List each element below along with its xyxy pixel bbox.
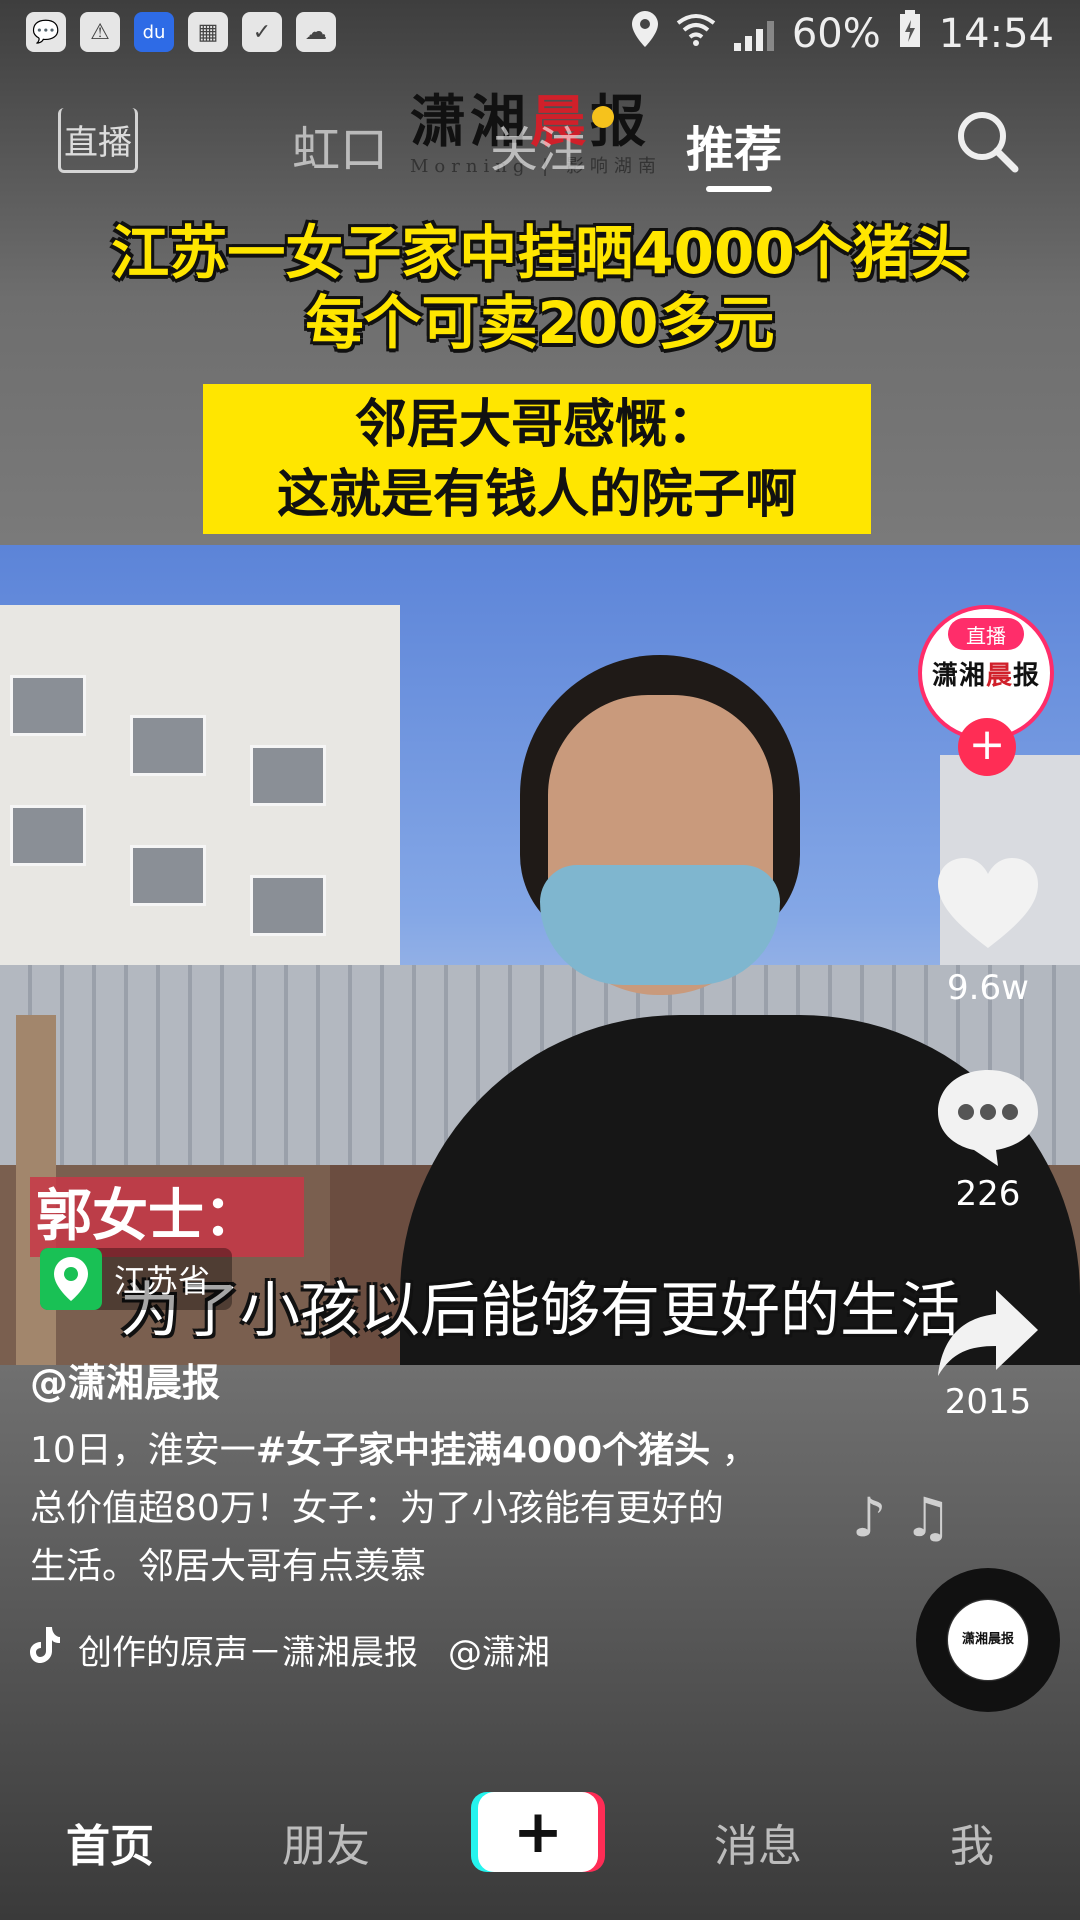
cloud-icon: ☁ bbox=[296, 12, 336, 52]
avatar-text-part: 潇湘 bbox=[931, 660, 986, 691]
share-count: 2015 bbox=[944, 1382, 1032, 1422]
window bbox=[250, 745, 326, 806]
share-icon[interactable] bbox=[934, 1280, 1042, 1388]
speaker-name-tag: 郭女士： bbox=[30, 1177, 304, 1257]
like-heart-icon[interactable] bbox=[934, 852, 1042, 960]
live-entry-button[interactable]: 直播 bbox=[58, 108, 138, 173]
avatar-text-part: 报 bbox=[1013, 660, 1041, 691]
like-count: 9.6w bbox=[947, 968, 1029, 1008]
tab-local[interactable]: 虹口 bbox=[292, 110, 388, 180]
wechat-icon: 💬 bbox=[26, 12, 66, 52]
background-building-left bbox=[0, 605, 400, 1025]
avatar-logo-text: 潇湘晨报 bbox=[932, 655, 1040, 692]
description-line-3: 生活。邻居大哥有点羡慕 bbox=[30, 1546, 427, 1587]
battery-icon bbox=[899, 10, 921, 58]
music-row[interactable]: 创作的原声－潇湘晨报 @潇湘 bbox=[30, 1625, 550, 1674]
bottom-nav: 首页 朋友 + 消息 我 bbox=[0, 1770, 1080, 1900]
warning-icon: ⚠ bbox=[80, 12, 120, 52]
notification-icons: 💬 ⚠ du ▦ ✓ ☁ bbox=[26, 12, 336, 52]
tab-recommended[interactable]: 推荐 bbox=[686, 110, 782, 180]
nav-friends[interactable]: 朋友 bbox=[282, 1810, 370, 1874]
description-line-2: 总价值超80万！女子：为了小孩能有更好的 bbox=[30, 1488, 724, 1529]
location-label: 江苏省 bbox=[114, 1262, 211, 1300]
window bbox=[130, 715, 206, 776]
baidu-icon: du bbox=[134, 12, 174, 52]
tab-following[interactable]: 关注 bbox=[490, 110, 586, 180]
neighbor-quote-box: 邻居大哥感慨： 这就是有钱人的院子啊 bbox=[203, 384, 871, 534]
calendar-icon: ▦ bbox=[188, 12, 228, 52]
window bbox=[10, 675, 86, 736]
headline-line-1: 江苏一女子家中挂晒4000个猪头 bbox=[111, 219, 969, 287]
music-disc[interactable]: 潇湘晨报 bbox=[916, 1568, 1060, 1712]
music-title: 创作的原声－潇湘晨报 bbox=[78, 1633, 418, 1673]
video-description: 10日，淮安一#女子家中挂满4000个猪头 ， 总价值超80万！女子：为了小孩能… bbox=[30, 1422, 790, 1596]
description-text: 10日，淮安一 bbox=[30, 1430, 256, 1471]
neighbor-line-1: 邻居大哥感慨： bbox=[354, 395, 719, 455]
top-nav: 直播 虹口 关注 推荐 bbox=[0, 90, 1080, 200]
nav-home[interactable]: 首页 bbox=[66, 1810, 154, 1874]
disc-label: 潇湘晨报 bbox=[948, 1600, 1028, 1680]
wifi-icon bbox=[676, 11, 716, 57]
headline-line-2: 每个可卖200多元 bbox=[305, 289, 775, 357]
video-headline: 江苏一女子家中挂晒4000个猪头 每个可卖200多元 bbox=[0, 218, 1080, 358]
nav-me[interactable]: 我 bbox=[950, 1810, 994, 1874]
system-indicators: 60% 14:54 bbox=[631, 10, 1054, 58]
description-hashtag[interactable]: #女子家中挂满4000个猪头 bbox=[256, 1430, 710, 1471]
face-mask bbox=[540, 865, 780, 985]
author-handle[interactable]: @潇湘晨报 bbox=[30, 1352, 220, 1407]
battery-percent: 60% bbox=[791, 11, 881, 57]
tiktok-note-icon bbox=[30, 1627, 60, 1672]
music-mention: @潇湘 bbox=[448, 1633, 550, 1673]
following-new-dot bbox=[592, 106, 614, 128]
window bbox=[250, 875, 326, 936]
status-bar: 💬 ⚠ du ▦ ✓ ☁ 60% 14:54 bbox=[0, 0, 1080, 70]
create-plus-button[interactable]: + bbox=[478, 1792, 598, 1872]
comment-icon[interactable] bbox=[934, 1062, 1042, 1170]
window bbox=[10, 805, 86, 866]
nav-messages[interactable]: 消息 bbox=[714, 1810, 802, 1874]
check-icon: ✓ bbox=[242, 12, 282, 52]
comment-count: 226 bbox=[955, 1174, 1021, 1214]
signal-icon bbox=[733, 17, 774, 51]
avatar-text-accent: 晨 bbox=[985, 660, 1013, 691]
location-icon bbox=[631, 11, 658, 57]
search-icon[interactable] bbox=[952, 106, 1022, 176]
music-notes-icon: ♪ ♫ bbox=[852, 1486, 953, 1549]
neighbor-line-2: 这就是有钱人的院子啊 bbox=[276, 465, 797, 525]
clock: 14:54 bbox=[938, 11, 1054, 57]
description-line-1: 10日，淮安一#女子家中挂满4000个猪头 ， bbox=[30, 1422, 790, 1480]
live-badge: 直播 bbox=[948, 618, 1024, 650]
active-tab-indicator bbox=[706, 186, 772, 192]
follow-button[interactable]: + bbox=[958, 718, 1016, 776]
location-pin-icon bbox=[40, 1248, 102, 1310]
location-chip[interactable]: 江苏省 bbox=[40, 1248, 233, 1310]
window bbox=[130, 845, 206, 906]
description-text: ， bbox=[710, 1430, 758, 1471]
